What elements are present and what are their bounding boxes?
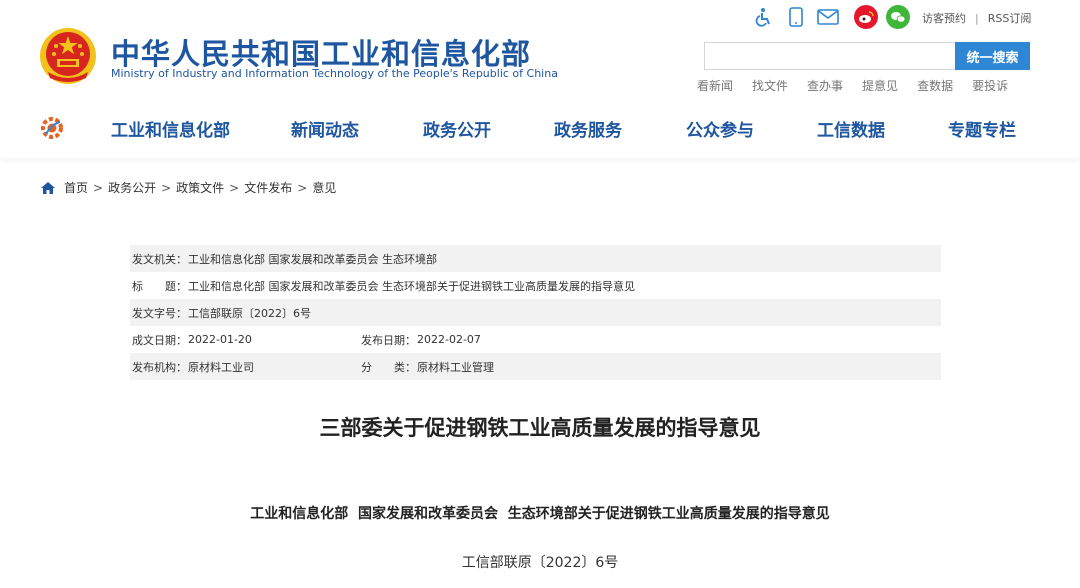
meta-row-dates: 成文日期： 2022-01-20 发布日期： 2022-02-07: [130, 326, 941, 353]
breadcrumb: 首页 > 政务公开 > 政策文件 > 文件发布 > 意见: [40, 179, 336, 196]
accessibility-icon[interactable]: [752, 6, 776, 28]
meta-issuer-value: 工业和信息化部 国家发展和改革委员会 生态环境部: [188, 252, 437, 266]
meta-row-doc-number: 发文字号： 工信部联原〔2022〕6号: [130, 299, 941, 326]
site-subtitle: Ministry of Industry and Information Tec…: [111, 67, 558, 80]
meta-org-value: 原材料工业司: [188, 360, 254, 374]
meta-doc-number-value: 工信部联原〔2022〕6号: [188, 306, 311, 320]
document-metadata: 发文机关： 工业和信息化部 国家发展和改革委员会 生态环境部 标 题： 工业和信…: [130, 245, 941, 380]
rss-subscribe-link[interactable]: RSS订阅: [988, 10, 1032, 26]
breadcrumb-policy-files[interactable]: 政策文件: [176, 179, 224, 196]
meta-created-label: 成文日期：: [132, 333, 187, 347]
mail-icon[interactable]: [816, 6, 840, 28]
meta-category-value: 原材料工业管理: [417, 360, 494, 374]
nav-item-news[interactable]: 新闻动态: [291, 116, 359, 141]
meta-issuer-label: 发文机关：: [132, 252, 187, 266]
wechat-icon[interactable]: [886, 5, 910, 29]
meta-row-title: 标 题： 工业和信息化部 国家发展和改革委员会 生态环境部关于促进钢铁工业高质量…: [130, 272, 941, 299]
nav-item-ministry[interactable]: 工业和信息化部: [111, 116, 230, 141]
nav-item-public-participation[interactable]: 公众参与: [686, 116, 754, 141]
meta-title-label: 标 题：: [132, 279, 187, 293]
nav-item-government-services[interactable]: 政务服务: [554, 116, 622, 141]
search-input[interactable]: [704, 42, 956, 70]
article-doc-number: 工信部联原〔2022〕6号: [461, 555, 619, 571]
meta-doc-number-label: 发文字号：: [132, 306, 187, 320]
breadcrumb-separator: >: [93, 180, 104, 195]
nav-item-government-affairs[interactable]: 政务公开: [423, 116, 491, 141]
quick-links: 看新闻 找文件 查办事 提意见 查数据 要投诉: [697, 77, 1027, 94]
site-header: 中华人民共和国工业和信息化部 Ministry of Industry and …: [0, 0, 1080, 158]
weibo-icon[interactable]: [854, 5, 878, 29]
quick-link-files[interactable]: 找文件: [752, 77, 788, 94]
meta-row-org-category: 发布机构： 原材料工业司 分 类： 原材料工业管理: [130, 353, 941, 380]
national-emblem-icon[interactable]: [38, 26, 98, 86]
meta-published-value: 2022-02-07: [417, 333, 481, 346]
home-icon[interactable]: [40, 180, 56, 196]
quick-link-complaint[interactable]: 要投诉: [972, 77, 1008, 94]
search-button[interactable]: 统一搜索: [955, 42, 1030, 70]
breadcrumb-home[interactable]: 首页: [64, 179, 88, 196]
quick-link-news[interactable]: 看新闻: [697, 77, 733, 94]
meta-category-label: 分 类：: [361, 360, 416, 374]
breadcrumb-separator: >: [161, 180, 172, 195]
meta-title-value: 工业和信息化部 国家发展和改革委员会 生态环境部关于促进钢铁工业高质量发展的指导…: [188, 279, 635, 293]
article-heading: 工业和信息化部 国家发展和改革委员会 生态环境部关于促进钢铁工业高质量发展的指导…: [250, 506, 830, 522]
mobile-phone-icon[interactable]: [784, 6, 808, 28]
quick-link-services[interactable]: 查办事: [807, 77, 843, 94]
breadcrumb-file-release[interactable]: 文件发布: [244, 179, 292, 196]
meta-created-value: 2022-01-20: [188, 333, 252, 346]
visitor-appointment-link[interactable]: 访客预约: [922, 10, 966, 26]
meta-published-label: 发布日期：: [361, 333, 416, 347]
main-nav: 工业和信息化部 新闻动态 政务公开 政务服务 公众参与 工信数据 专题专栏: [0, 110, 1080, 146]
meta-org-label: 发布机构：: [132, 360, 187, 374]
top-links: 访客预约 | RSS订阅: [922, 10, 1031, 26]
article-title: 三部委关于促进钢铁工业高质量发展的指导意见: [319, 416, 761, 440]
breadcrumb-government-affairs[interactable]: 政务公开: [108, 179, 156, 196]
meta-row-issuer: 发文机关： 工业和信息化部 国家发展和改革委员会 生态环境部: [130, 245, 941, 272]
quick-link-feedback[interactable]: 提意见: [862, 77, 898, 94]
top-icon-bar: [752, 5, 918, 29]
breadcrumb-opinions[interactable]: 意见: [312, 179, 336, 196]
ministry-logo-icon[interactable]: [38, 114, 66, 142]
breadcrumb-separator: >: [297, 180, 308, 195]
quick-link-data[interactable]: 查数据: [917, 77, 953, 94]
nav-item-data[interactable]: 工信数据: [817, 116, 885, 141]
link-separator: |: [975, 11, 979, 25]
nav-item-special-topics[interactable]: 专题专栏: [948, 116, 1016, 141]
breadcrumb-separator: >: [229, 180, 240, 195]
